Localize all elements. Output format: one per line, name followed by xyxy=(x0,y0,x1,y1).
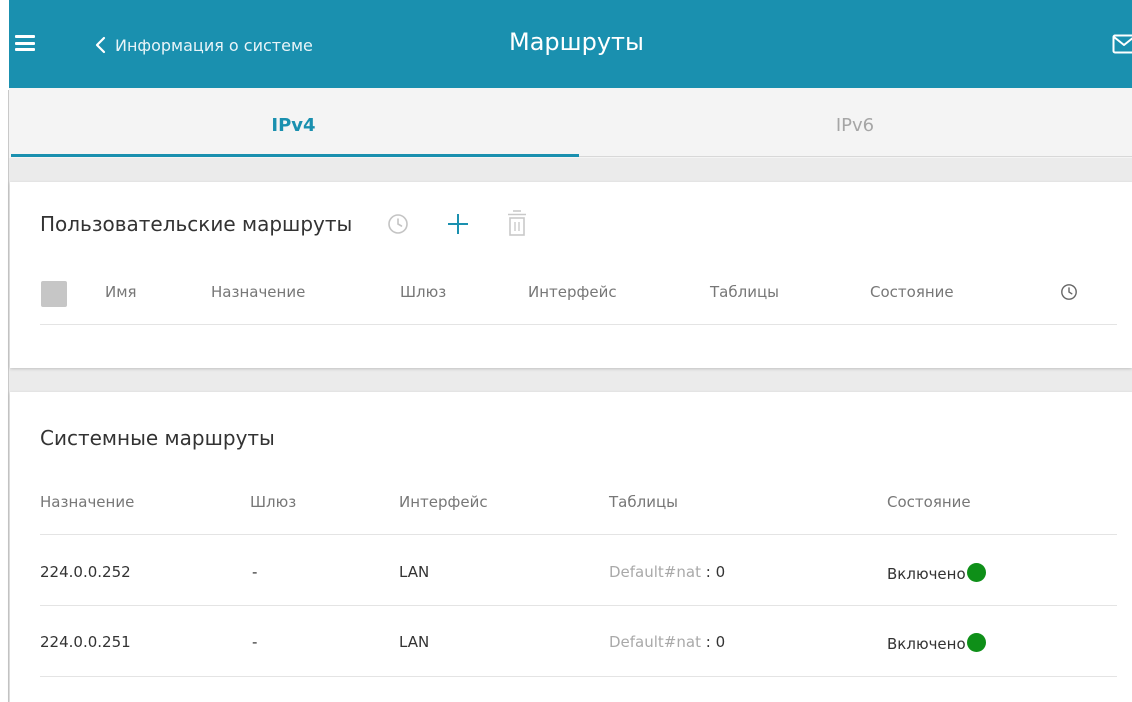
schedule-column-icon xyxy=(1061,284,1077,300)
row-table: Default#nat : 0 xyxy=(609,563,725,581)
status-enabled-dot xyxy=(966,633,986,652)
add-route-icon[interactable] xyxy=(446,212,470,236)
row-status: Включено xyxy=(887,633,986,653)
sys-col-tables: Таблицы xyxy=(609,493,678,511)
row-status-label: Включено xyxy=(887,635,966,653)
row-divider xyxy=(40,605,1117,606)
table-header-divider xyxy=(40,324,1117,325)
system-routes-title: Системные маршруты xyxy=(40,426,275,450)
col-header-name: Имя xyxy=(105,283,137,301)
mail-icon[interactable] xyxy=(1112,34,1132,54)
active-tab-indicator xyxy=(11,154,579,157)
header-bar: Информация о системе Маршруты xyxy=(9,0,1132,88)
row-destination: 224.0.0.252 xyxy=(40,563,131,581)
row-gateway: - xyxy=(252,563,258,581)
history-icon[interactable] xyxy=(387,213,409,235)
row-status: Включено xyxy=(887,563,986,583)
tab-ipv4[interactable]: IPv4 xyxy=(9,88,578,158)
col-header-destination: Назначение xyxy=(211,283,306,301)
back-link[interactable]: Информация о системе xyxy=(91,35,313,55)
row-divider xyxy=(40,676,1117,677)
tabs-bar: IPv4 IPv6 xyxy=(9,88,1132,158)
row-table-name: Default#nat xyxy=(609,563,701,581)
col-header-tables: Таблицы xyxy=(710,283,779,301)
tab-ipv4-label[interactable]: IPv4 xyxy=(9,115,578,136)
delete-icon[interactable] xyxy=(506,209,528,237)
sys-col-destination: Назначение xyxy=(40,493,135,511)
back-link-label[interactable]: Информация о системе xyxy=(115,36,313,55)
chevron-left-icon xyxy=(95,36,106,54)
system-routes-card: Системные маршруты Назначение Шлюз Интер… xyxy=(10,392,1132,702)
sys-col-interface: Интерфейс xyxy=(399,493,488,511)
menu-icon[interactable] xyxy=(15,33,35,53)
left-divider xyxy=(8,90,9,702)
row-status-label: Включено xyxy=(887,565,966,583)
tabs-divider xyxy=(579,156,1132,157)
status-enabled-dot xyxy=(966,563,986,582)
sys-col-gateway: Шлюз xyxy=(250,493,297,511)
row-destination: 224.0.0.251 xyxy=(40,633,131,651)
sys-col-status: Состояние xyxy=(887,493,971,511)
col-header-interface: Интерфейс xyxy=(528,283,617,301)
row-interface: LAN xyxy=(399,633,430,651)
page-title: Маршруты xyxy=(509,28,644,56)
row-table: Default#nat : 0 xyxy=(609,633,725,651)
select-all-checkbox[interactable] xyxy=(41,281,67,307)
sys-header-divider xyxy=(40,534,1117,535)
tab-ipv6[interactable]: IPv6 xyxy=(578,88,1132,158)
tab-ipv6-label[interactable]: IPv6 xyxy=(578,115,1132,136)
row-interface: LAN xyxy=(399,563,430,581)
user-routes-title: Пользовательские маршруты xyxy=(40,212,353,236)
col-header-status: Состояние xyxy=(870,283,954,301)
row-gateway: - xyxy=(252,633,258,651)
user-routes-card: Пользовательские маршруты Имя Назначение… xyxy=(10,182,1132,368)
col-header-gateway: Шлюз xyxy=(400,283,447,301)
row-table-value: : 0 xyxy=(705,633,726,651)
row-table-value: : 0 xyxy=(705,563,726,581)
row-table-name: Default#nat xyxy=(609,633,701,651)
